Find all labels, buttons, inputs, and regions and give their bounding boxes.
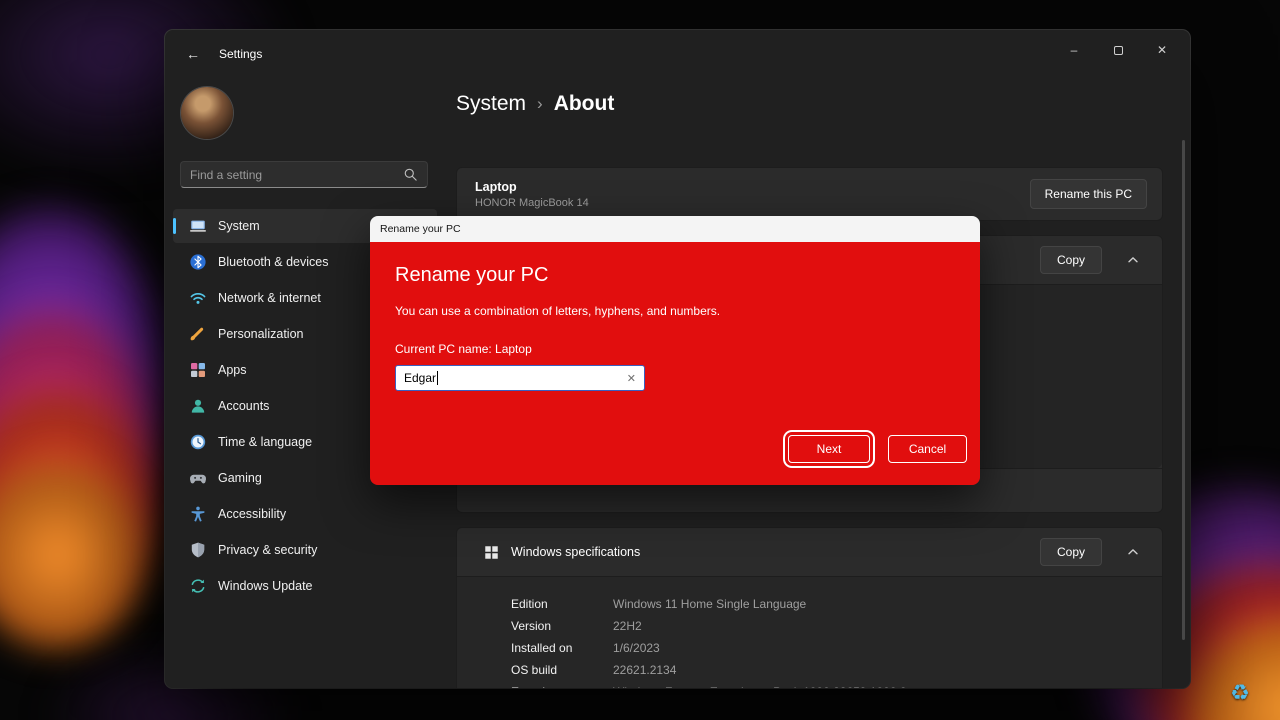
- chevron-up-icon: [1126, 253, 1140, 267]
- user-avatar: [181, 87, 233, 139]
- window-controls: – ✕: [1052, 32, 1184, 68]
- spec-row: Installed on 1/6/2023: [511, 637, 1162, 659]
- pc-name-input-value: Edgar: [404, 371, 436, 385]
- copy-button[interactable]: Copy: [1040, 538, 1102, 566]
- chevron-up-icon: [1126, 545, 1140, 559]
- titlebar: ← Settings – ✕: [165, 30, 1190, 78]
- apps-grid-icon: [189, 361, 207, 379]
- sidebar-item-accessibility[interactable]: Accessibility: [173, 497, 437, 531]
- spec-row: Version 22H2: [511, 615, 1162, 637]
- dialog-description: You can use a combination of letters, hy…: [395, 304, 955, 318]
- sidebar-item-windows-update[interactable]: Windows Update: [173, 569, 437, 603]
- spec-value: 22H2: [613, 619, 642, 633]
- spec-label: Version: [511, 619, 613, 633]
- close-icon: ✕: [1157, 43, 1167, 57]
- spec-value: Windows Feature Experience Pack 1000.226…: [613, 685, 907, 688]
- copy-button[interactable]: Copy: [1040, 246, 1102, 274]
- minimize-icon: –: [1071, 43, 1078, 57]
- search-input[interactable]: Find a setting: [180, 161, 428, 188]
- breadcrumb-separator: ›: [537, 94, 543, 114]
- breadcrumb: System › About: [456, 92, 614, 116]
- sidebar-item-label: Accounts: [218, 399, 269, 413]
- collapse-expander-button[interactable]: [1118, 538, 1148, 566]
- settings-window: ← Settings – ✕ Find a setting System: [165, 30, 1190, 688]
- spec-label: Installed on: [511, 641, 613, 655]
- search-placeholder: Find a setting: [190, 168, 403, 182]
- dialog-window-title: Rename your PC: [380, 223, 461, 235]
- spec-row: Edition Windows 11 Home Single Language: [511, 593, 1162, 615]
- text-caret: [437, 371, 438, 385]
- page-title: About: [554, 92, 615, 116]
- spec-value: 1/6/2023: [613, 641, 660, 655]
- sidebar-item-label: Time & language: [218, 435, 312, 449]
- spec-row: OS build 22621.2134: [511, 659, 1162, 681]
- back-button[interactable]: ←: [177, 39, 209, 69]
- collapse-expander-button[interactable]: [1118, 246, 1148, 274]
- clear-input-icon[interactable]: ✕: [627, 372, 636, 385]
- minimize-button[interactable]: –: [1052, 32, 1096, 68]
- dialog-buttons: Next Cancel: [788, 435, 967, 463]
- dialog-heading: Rename your PC: [395, 264, 955, 287]
- windows-specifications-title: Windows specifications: [511, 545, 640, 559]
- spec-label: Edition: [511, 597, 613, 611]
- sidebar-item-privacy-security[interactable]: Privacy & security: [173, 533, 437, 567]
- update-arrows-icon: [189, 577, 207, 595]
- shield-icon: [189, 541, 207, 559]
- clock-icon: [189, 433, 207, 451]
- person-icon: [189, 397, 207, 415]
- bluetooth-icon: [189, 253, 207, 271]
- wifi-icon: [189, 289, 207, 307]
- accessibility-person-icon: [189, 505, 207, 523]
- device-name-card: Laptop HONOR MagicBook 14 Rename this PC: [456, 167, 1163, 221]
- sidebar-item-label: Privacy & security: [218, 543, 317, 557]
- breadcrumb-system[interactable]: System: [456, 92, 526, 116]
- windows-specifications-body: Edition Windows 11 Home Single Language …: [457, 576, 1162, 688]
- dialog-titlebar: Rename your PC: [370, 216, 980, 242]
- windows-logo-icon: [483, 544, 500, 561]
- rename-pc-dialog: Rename your PC Rename your PC You can us…: [370, 216, 980, 485]
- windows-specifications-header: Windows specifications Copy: [457, 528, 1162, 576]
- device-model: HONOR MagicBook 14: [475, 197, 589, 209]
- device-name: Laptop: [475, 180, 589, 194]
- recycle-bin-icon[interactable]: ♻: [1222, 680, 1258, 706]
- spec-row: Experience Windows Feature Experience Pa…: [511, 681, 1162, 688]
- sidebar-item-label: Accessibility: [218, 507, 286, 521]
- sidebar-item-label: Bluetooth & devices: [218, 255, 329, 269]
- sidebar-item-label: System: [218, 219, 260, 233]
- scrollbar-thumb[interactable]: [1182, 140, 1185, 640]
- system-icon: [189, 217, 207, 235]
- sidebar-item-label: Personalization: [218, 327, 303, 341]
- close-button[interactable]: ✕: [1140, 32, 1184, 68]
- device-text: Laptop HONOR MagicBook 14: [475, 180, 589, 209]
- spec-label: Experience: [511, 685, 613, 688]
- cancel-button[interactable]: Cancel: [888, 435, 967, 463]
- sidebar-item-label: Network & internet: [218, 291, 321, 305]
- spec-value: 22621.2134: [613, 663, 676, 677]
- maximize-icon: [1114, 46, 1123, 55]
- app-title: Settings: [219, 47, 262, 61]
- next-button[interactable]: Next: [788, 435, 870, 463]
- current-pc-name-label: Current PC name: Laptop: [395, 342, 955, 356]
- sidebar-item-label: Windows Update: [218, 579, 313, 593]
- back-arrow-icon: ←: [186, 46, 200, 62]
- spec-label: OS build: [511, 663, 613, 677]
- windows-specifications-card: Windows specifications Copy Edition Wind…: [456, 527, 1163, 688]
- search-icon: [403, 167, 418, 182]
- sidebar-item-label: Gaming: [218, 471, 262, 485]
- rename-this-pc-button[interactable]: Rename this PC: [1030, 179, 1147, 209]
- pc-name-input[interactable]: Edgar ✕: [395, 365, 645, 391]
- dialog-body: Rename your PC You can use a combination…: [370, 242, 980, 485]
- maximize-button[interactable]: [1096, 32, 1140, 68]
- sidebar-item-label: Apps: [218, 363, 247, 377]
- spec-value: Windows 11 Home Single Language: [613, 597, 806, 611]
- gamepad-icon: [189, 469, 207, 487]
- brush-icon: [189, 325, 207, 343]
